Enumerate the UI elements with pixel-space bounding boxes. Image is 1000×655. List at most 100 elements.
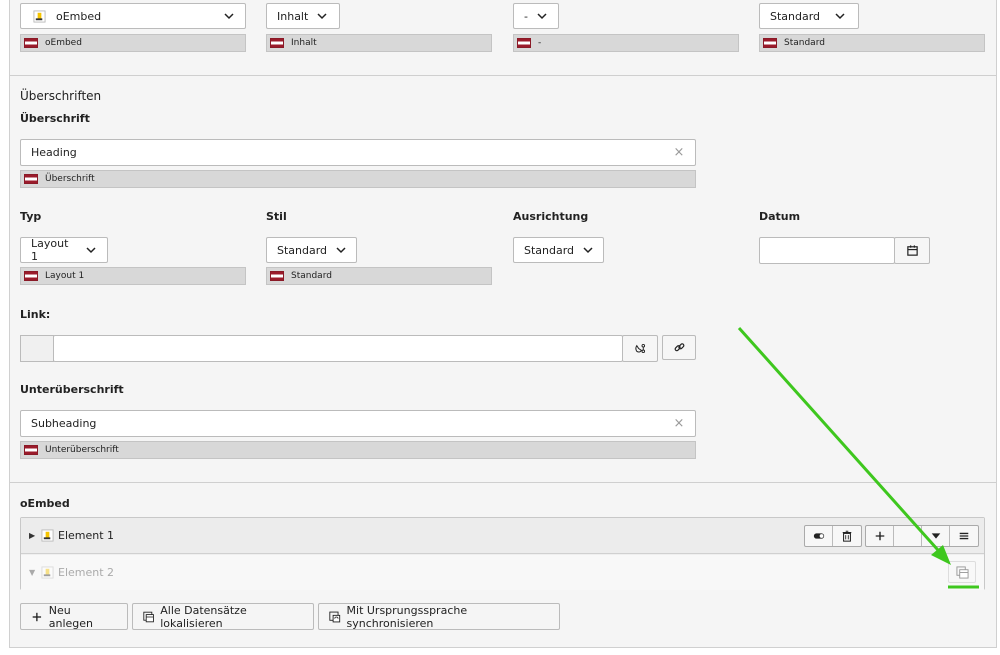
- stil-value: Standard: [277, 243, 328, 257]
- trash-icon: [842, 530, 852, 542]
- collapse-caret-icon[interactable]: ▼: [29, 568, 39, 577]
- dash-select[interactable]: -: [513, 3, 559, 29]
- new-record-label: Neu anlegen: [48, 603, 94, 630]
- ausrichtung-label: Ausrichtung: [513, 210, 589, 223]
- localize-icon: [955, 565, 969, 579]
- sync-icon: [329, 611, 341, 622]
- flag-icon: [517, 38, 531, 48]
- typ-select[interactable]: Layout 1: [20, 237, 108, 263]
- typ-value: Layout 1: [31, 237, 69, 263]
- divider: [10, 75, 996, 76]
- lang-value-text: Inhalt: [291, 38, 317, 48]
- toggle-visibility-button[interactable]: [805, 526, 833, 546]
- clear-icon[interactable]: ×: [673, 145, 685, 160]
- lang-value-heading: Überschrift: [20, 170, 696, 188]
- toggle-icon: [813, 533, 824, 539]
- inline-element-row[interactable]: ▼ Element 2: [21, 555, 984, 590]
- lang-value-typ: Layout 1: [20, 267, 246, 285]
- expand-caret-icon[interactable]: ▶: [29, 531, 39, 540]
- localize-icon: [143, 611, 154, 622]
- heading-label: Überschrift: [20, 112, 90, 125]
- flag-icon: [24, 174, 38, 184]
- chevron-down-icon: [582, 244, 594, 256]
- sync-label: Mit Ursprungssprache synchronisieren: [346, 603, 468, 630]
- move-up-button[interactable]: [894, 526, 922, 546]
- calendar-button[interactable]: [894, 237, 930, 264]
- dash-value: -: [524, 9, 528, 23]
- typ-label: Typ: [20, 210, 42, 223]
- standard-select[interactable]: Standard: [759, 3, 859, 29]
- clear-icon[interactable]: ×: [673, 416, 685, 431]
- chevron-down-icon: [335, 244, 347, 256]
- element-1-sort-controls: [865, 525, 979, 547]
- link-label: Link:: [20, 308, 51, 321]
- lang-value-text: Layout 1: [45, 271, 85, 281]
- lang-value-standard: Standard: [759, 34, 985, 52]
- move-down-button[interactable]: [922, 526, 950, 546]
- lang-value-text: Überschrift: [45, 174, 95, 184]
- localize-all-button[interactable]: Alle Datensätze lokalisieren: [132, 603, 314, 630]
- lang-value-subheading: Unterüberschrift: [20, 441, 696, 459]
- subheading-label: Unterüberschrift: [20, 383, 124, 396]
- flag-icon: [24, 271, 38, 281]
- chevron-down-icon: [316, 10, 328, 22]
- lang-value-text: -: [538, 38, 542, 48]
- stil-select[interactable]: Standard: [266, 237, 357, 263]
- new-record-button[interactable]: Neu anlegen: [20, 603, 128, 630]
- datum-input[interactable]: [759, 237, 895, 264]
- flag-icon: [24, 445, 38, 455]
- drag-handle-button[interactable]: [950, 526, 978, 546]
- flag-icon: [24, 38, 38, 48]
- ctype-value: oEmbed: [56, 9, 102, 23]
- ausrichtung-select[interactable]: Standard: [513, 237, 604, 263]
- heading-value: Heading: [31, 146, 77, 159]
- oembed-content-icon: [41, 529, 54, 542]
- colpos-select[interactable]: Inhalt: [266, 3, 340, 29]
- section-title: Überschriften: [20, 89, 102, 103]
- link-prefix-box: [20, 335, 54, 362]
- chevron-down-icon: [223, 10, 235, 22]
- sync-button[interactable]: Mit Ursprungssprache synchronisieren: [318, 603, 560, 630]
- delete-button[interactable]: [833, 526, 861, 546]
- lang-value-ctype: oEmbed: [20, 34, 246, 52]
- oembed-content-icon: [41, 566, 54, 579]
- link-wizard-icon: [634, 343, 645, 354]
- lang-value-text: Standard: [291, 271, 332, 281]
- localize-all-label: Alle Datensätze lokalisieren: [160, 603, 247, 630]
- element-1-controls: [804, 525, 862, 547]
- chevron-down-icon: [834, 10, 846, 22]
- lang-value-text: Standard: [784, 38, 825, 48]
- divider: [10, 482, 996, 483]
- lang-value-text: Unterüberschrift: [45, 445, 119, 455]
- link-browser-button[interactable]: [622, 335, 658, 362]
- localize-element-button[interactable]: [948, 561, 976, 583]
- ausrichtung-value: Standard: [524, 243, 575, 257]
- chevron-down-icon: [85, 244, 97, 256]
- lang-value-dash: -: [513, 34, 739, 52]
- chevron-down-icon: [536, 10, 548, 22]
- flag-icon: [270, 271, 284, 281]
- datum-label: Datum: [759, 210, 801, 223]
- drag-handle-icon: [959, 532, 969, 540]
- link-button[interactable]: [662, 335, 696, 360]
- lang-value-stil: Standard: [266, 267, 492, 285]
- calendar-icon: [906, 245, 918, 256]
- oembed-content-icon: [33, 9, 46, 23]
- flag-icon: [763, 38, 777, 48]
- lang-value-colpos: Inhalt: [266, 34, 492, 52]
- flag-icon: [270, 38, 284, 48]
- oembed-label: oEmbed: [20, 497, 70, 510]
- colpos-value: Inhalt: [277, 9, 309, 23]
- element-title[interactable]: Element 1: [58, 529, 114, 542]
- element-title[interactable]: Element 2: [58, 566, 114, 579]
- heading-input[interactable]: Heading ×: [20, 139, 696, 166]
- stil-label: Stil: [266, 210, 287, 223]
- link-input[interactable]: [53, 335, 623, 362]
- ctype-select[interactable]: oEmbed: [20, 3, 246, 29]
- subheading-input[interactable]: Subheading ×: [20, 410, 696, 437]
- plus-icon: [32, 612, 42, 621]
- link-icon: [674, 343, 684, 352]
- plus-icon: [875, 531, 884, 541]
- new-after-button[interactable]: [866, 526, 894, 546]
- standard-value: Standard: [770, 9, 821, 23]
